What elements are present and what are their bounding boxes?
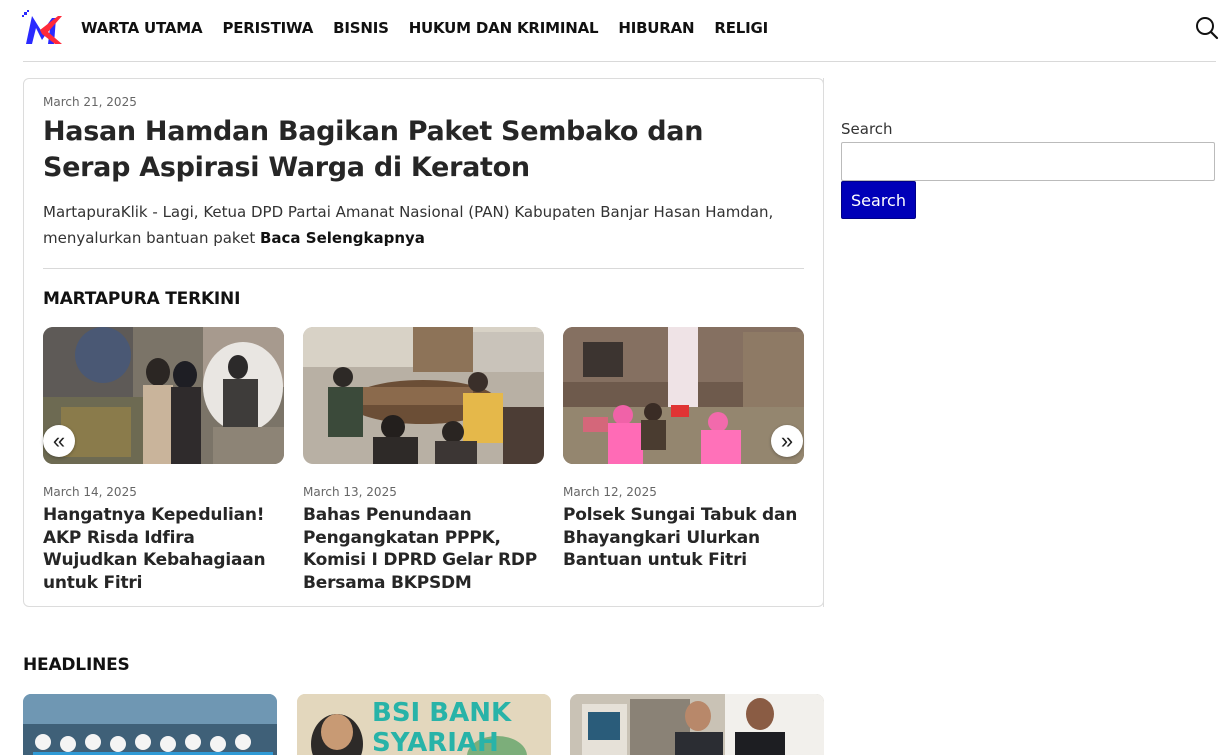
site-header: WARTA UTAMA PERISTIWA BISNIS HUKUM DAN K…	[0, 0, 1227, 62]
article-thumbnail[interactable]	[43, 327, 284, 464]
section-title-terkini: MARTAPURA TERKINI	[43, 289, 241, 309]
nav-hukum-dan-kriminal[interactable]: HUKUM DAN KRIMINAL	[409, 19, 599, 37]
slider-next-button[interactable]: »	[771, 425, 803, 457]
nav-religi[interactable]: RELIGI	[714, 19, 768, 37]
article-date: March 12, 2025	[563, 485, 657, 499]
featured-title[interactable]: Hasan Hamdan Bagikan Paket Sembako dan S…	[43, 114, 763, 186]
article-thumbnail[interactable]	[303, 327, 544, 464]
article-title[interactable]: Polsek Sungai Tabuk dan Bhayangkari Ulur…	[563, 504, 804, 572]
column-divider	[823, 78, 824, 607]
nav-peristiwa[interactable]: PERISTIWA	[222, 19, 313, 37]
headline-thumbnail[interactable]: BSI BANK SYARIAH INDONESIA	[297, 694, 551, 755]
featured-excerpt: MartapuraKlik - Lagi, Ketua DPD Partai A…	[43, 199, 803, 251]
main-nav: WARTA UTAMA PERISTIWA BISNIS HUKUM DAN K…	[81, 19, 788, 37]
search-icon[interactable]	[1195, 16, 1219, 40]
search-button[interactable]: Search	[841, 181, 916, 219]
slider-item[interactable]: March 14, 2025 Hangatnya Kepedulian! AKP…	[43, 327, 284, 594]
featured-divider	[43, 268, 804, 269]
article-date: March 13, 2025	[303, 485, 397, 499]
article-date: March 14, 2025	[43, 485, 137, 499]
headline-thumbnail[interactable]	[23, 694, 277, 755]
nav-hiburan[interactable]: HIBURAN	[618, 19, 694, 37]
search-label: Search	[841, 120, 893, 138]
nav-warta-utama[interactable]: WARTA UTAMA	[81, 19, 203, 37]
headline-thumbnail[interactable]	[570, 694, 824, 755]
featured-date: March 21, 2025	[43, 95, 137, 109]
headline-image-text: BSI BANK SYARIAH INDONESIA	[372, 698, 512, 755]
nav-bisnis[interactable]: BISNIS	[333, 19, 389, 37]
article-thumbnail[interactable]	[563, 327, 804, 464]
header-divider	[23, 61, 1216, 62]
slider-item[interactable]: March 12, 2025 Polsek Sungai Tabuk dan B…	[563, 327, 804, 572]
site-logo[interactable]	[22, 10, 62, 46]
slider-prev-button[interactable]: «	[43, 425, 75, 457]
article-title[interactable]: Bahas Penundaan Pengangkatan PPPK, Komis…	[303, 504, 544, 594]
article-title[interactable]: Hangatnya Kepedulian! AKP Risda Idfira W…	[43, 504, 284, 594]
search-input[interactable]	[841, 142, 1215, 181]
slider-item[interactable]: March 13, 2025 Bahas Penundaan Pengangka…	[303, 327, 544, 594]
read-more-link[interactable]: Baca Selengkapnya	[260, 229, 425, 247]
section-title-headlines: HEADLINES	[23, 655, 130, 675]
